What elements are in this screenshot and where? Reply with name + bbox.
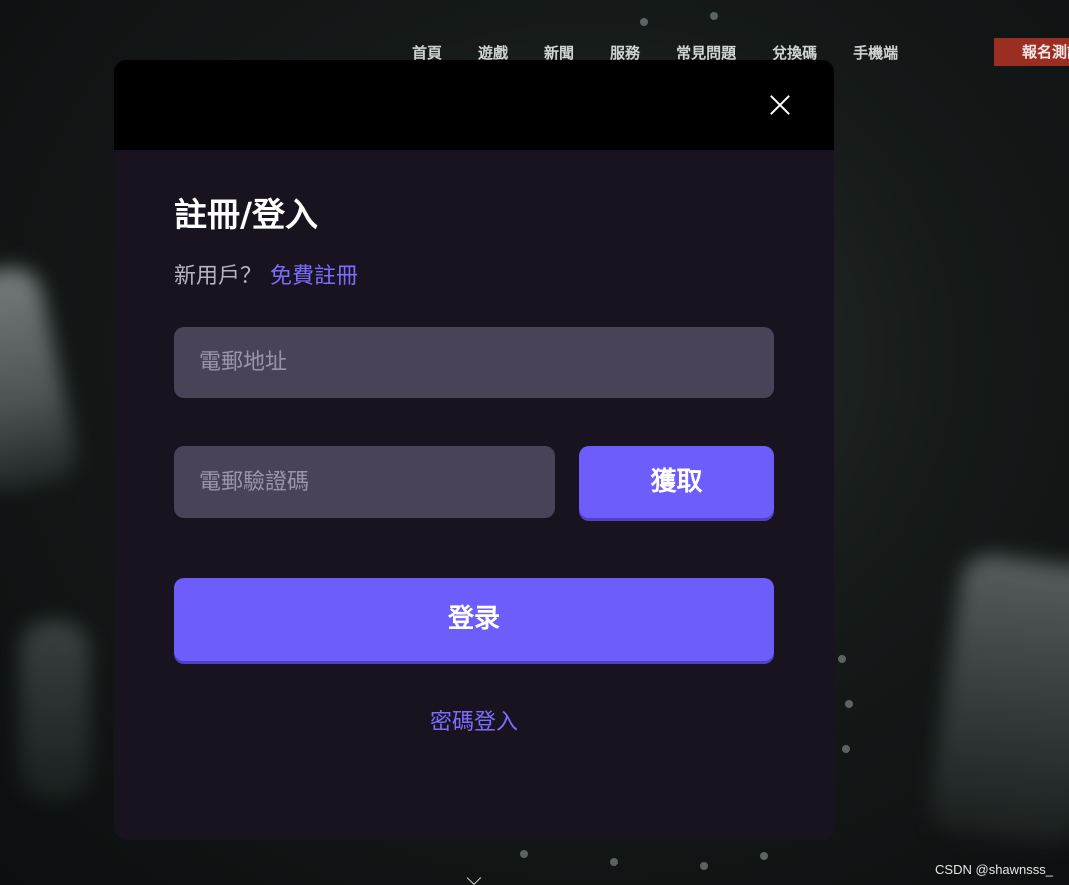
- scroll-down-icon[interactable]: ⌵: [462, 868, 486, 885]
- background-decoration: [520, 850, 528, 858]
- new-user-line: 新用戶？ 免費註冊: [174, 258, 358, 290]
- background-decoration: [610, 858, 618, 866]
- background-decoration: [0, 262, 82, 498]
- background-decoration: [20, 620, 90, 800]
- modal-title: 註冊/登入: [174, 195, 319, 234]
- password-login-link[interactable]: 密碼登入: [174, 704, 774, 736]
- close-icon[interactable]: [766, 91, 794, 119]
- signup-test-button[interactable]: 報名測試: [994, 38, 1069, 66]
- background-decoration: [710, 12, 718, 20]
- background-decoration: [926, 550, 1069, 850]
- new-user-prompt: 新用戶？: [174, 264, 263, 289]
- login-modal: 註冊/登入 新用戶？ 免費註冊 獲取 登录 密碼登入: [114, 60, 834, 840]
- get-code-button[interactable]: 獲取: [579, 446, 774, 518]
- nav-item-mobile[interactable]: 手機端: [853, 42, 898, 63]
- background-decoration: [842, 745, 850, 753]
- modal-header: [114, 60, 834, 150]
- background-decoration: [838, 655, 846, 663]
- login-button[interactable]: 登录: [174, 578, 774, 661]
- background-decoration: [700, 862, 708, 870]
- background-decoration: [640, 18, 648, 26]
- background-decoration: [760, 852, 768, 860]
- email-code-field[interactable]: [174, 446, 555, 518]
- background-decoration: [845, 700, 853, 708]
- email-field[interactable]: [174, 327, 774, 398]
- watermark: CSDN @shawnsss_: [935, 862, 1053, 877]
- free-register-link[interactable]: 免費註冊: [270, 264, 358, 289]
